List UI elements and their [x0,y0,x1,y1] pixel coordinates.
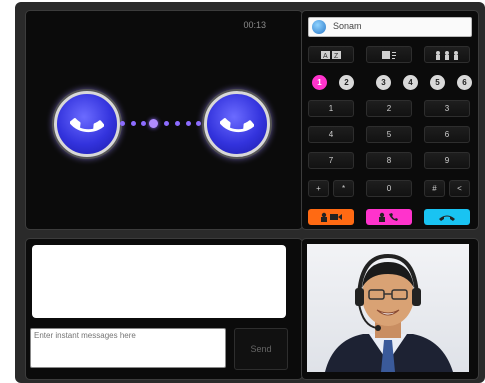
key-plus[interactable]: + [308,180,329,197]
phone-handset-icon [70,117,104,133]
contact-field[interactable]: Sonam [308,17,472,37]
dialer-panel: Sonam A Z 1 2 3 4 5 6 1 2 3 4 5 6 7 8 9 … [301,10,479,230]
send-button[interactable]: Send [234,328,288,370]
voice-call-icon [379,212,398,222]
contact-name: Sonam [333,21,362,31]
connection-indicator [120,117,202,129]
key-9[interactable]: 9 [424,152,470,169]
key-1[interactable]: 1 [308,100,354,117]
connection-dot [196,121,201,126]
key-8[interactable]: 8 [366,152,412,169]
svg-text:A: A [323,53,328,60]
line-3-button[interactable]: 3 [376,75,391,90]
remote-video-icon [307,244,469,372]
key-hash[interactable]: # [424,180,445,197]
caller-phone-button[interactable] [54,91,120,157]
line-4-button[interactable]: 4 [403,75,418,90]
key-7[interactable]: 7 [308,152,354,169]
message-history [32,245,286,318]
line-1-button[interactable]: 1 [312,75,327,90]
video-call-icon [321,212,342,222]
connection-dot-active [149,119,158,128]
key-5[interactable]: 5 [366,126,412,143]
key-backspace[interactable]: < [449,180,470,197]
message-input[interactable] [30,328,226,368]
key-4[interactable]: 4 [308,126,354,143]
chat-panel: Send [25,238,303,380]
line-6-button[interactable]: 6 [457,75,472,90]
key-0[interactable]: 0 [366,180,412,197]
voice-call-button[interactable] [366,209,412,225]
connection-dot [131,121,136,126]
call-log-icon [382,50,396,59]
connection-dot [164,121,169,126]
key-star[interactable]: * [333,180,354,197]
address-book-icon: A Z [321,50,341,60]
connection-dot [175,121,180,126]
line-5-button[interactable]: 5 [430,75,445,90]
remote-video-feed [307,244,469,372]
softphone-app: 00:13 Sonam A Z 1 2 3 4 5 6 1 2 3 4 5 6 … [15,2,485,383]
call-timer: 00:13 [243,20,266,30]
conference-icon [436,50,458,60]
address-book-button[interactable]: A Z [308,46,354,63]
phone-handset-icon [220,117,254,133]
conference-button[interactable] [424,46,470,63]
key-2[interactable]: 2 [366,100,412,117]
line-2-button[interactable]: 2 [339,75,354,90]
video-panel [301,238,479,380]
call-panel: 00:13 [25,10,303,230]
hang-up-icon [439,215,455,221]
callee-phone-button[interactable] [204,91,270,157]
video-call-button[interactable] [308,209,354,225]
connection-dot [141,121,146,126]
key-3[interactable]: 3 [424,100,470,117]
globe-icon [312,20,326,34]
connection-dot [186,121,191,126]
hang-up-button[interactable] [424,209,470,225]
key-6[interactable]: 6 [424,126,470,143]
connection-dot [120,121,125,126]
call-log-button[interactable] [366,46,412,63]
svg-text:Z: Z [334,53,339,60]
